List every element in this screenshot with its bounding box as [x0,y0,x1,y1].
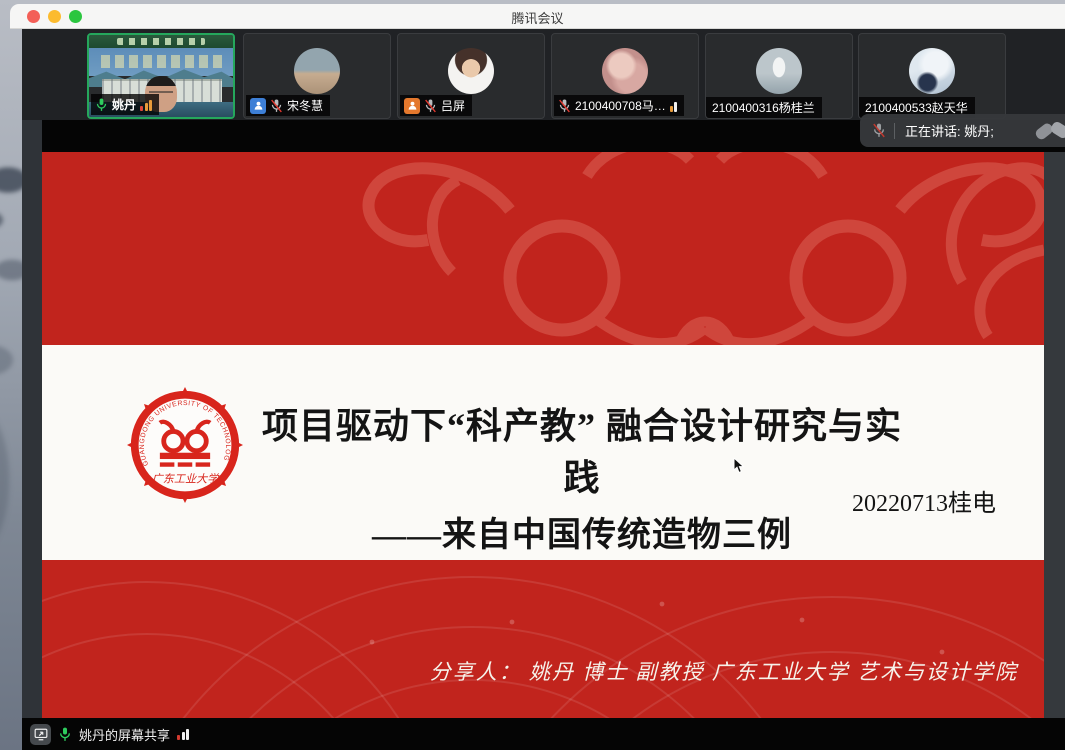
participant-name-chip: 姚丹 [91,94,159,115]
participant-tile-songdonghui[interactable]: 宋冬慧 [243,33,391,119]
share-status-label: 姚丹的屏幕共享 [79,725,170,744]
slide-date-note: 20220713桂电 [852,483,996,518]
shared-screen-stage: GUANGDONG UNIVERSITY OF TECHNOLOGY [22,120,1065,750]
participant-tile-ma[interactable]: 2100400708马… [551,33,699,119]
reaction-shape-icon [1031,116,1065,146]
participant-tile-zhaotianhua[interactable]: 2100400533赵天华 [858,33,1006,119]
university-logo: GUANGDONG UNIVERSITY OF TECHNOLOGY [127,385,243,505]
mic-on-icon [95,98,108,112]
title-band: GUANGDONG UNIVERSITY OF TECHNOLOGY [42,345,1044,560]
person-badge-icon [250,98,266,114]
stage-gutter-left [22,120,42,718]
participant-name-chip: 宋冬慧 [246,95,330,116]
participant-name: 宋冬慧 [287,97,323,114]
participant-name: 姚丹 [112,96,136,113]
video-logo-strip [117,38,205,45]
mic-muted-icon [872,123,886,138]
presenter-line: 分享人： 姚丹 博士 副教授 广东工业大学 艺术与设计学院 [430,656,1018,686]
signal-bars-icon [177,728,189,740]
avatar [602,48,648,94]
mic-muted-icon [270,99,283,113]
screen-share-icon [30,724,51,745]
participant-name-chip: 2100400708马… [554,95,684,116]
shared-slide: GUANGDONG UNIVERSITY OF TECHNOLOGY [42,152,1044,718]
signal-bars-icon [140,99,152,111]
slide-title: 项目驱动下“科产教” 融合设计研究与实践 ——来自中国传统造物三例 [252,397,912,556]
slide-title-line2: ——来自中国传统造物三例 [252,507,912,556]
participant-tile-yangguilan[interactable]: 2100400316杨桂兰 [705,33,853,119]
avatar [909,48,955,94]
mic-on-icon [58,727,72,742]
window-title: 腾讯会议 [10,8,1065,27]
participant-name-chip: 2100400316杨桂兰 [706,97,822,118]
participant-name-chip: 吕屏 [400,95,472,116]
logo-cn-text: 广东工业大学 [152,473,221,486]
cursor-icon [733,458,747,474]
desktop: 腾讯会议 姚丹 [0,0,1065,750]
mic-muted-icon [424,99,437,113]
avatar [448,48,494,94]
mic-muted-icon [558,99,571,113]
video-overlay-text [101,55,223,68]
participant-tile-yaodan[interactable]: 姚丹 [87,33,235,119]
stage-gutter-right [1044,152,1065,718]
share-status-bar: 姚丹的屏幕共享 [22,718,1065,750]
video-banner [89,35,233,48]
divider [894,123,895,139]
participant-name: 2100400316杨桂兰 [712,99,815,116]
participant-tile-lvping[interactable]: 吕屏 [397,33,545,119]
avatar [756,48,802,94]
participant-name: 2100400708马… [575,97,666,114]
participant-strip: 姚丹 宋冬慧 [22,28,1065,120]
avatar [294,48,340,94]
person-badge-icon [404,98,420,114]
participant-name: 吕屏 [441,97,465,114]
speaking-banner: 正在讲话: 姚丹; [860,114,1065,147]
speaking-banner-label: 正在讲话: 姚丹; [905,121,994,140]
slide-title-line1: 项目驱动下“科产教” 融合设计研究与实践 [252,397,912,501]
window-titlebar[interactable]: 腾讯会议 [10,4,1065,29]
signal-bars-icon [670,100,678,112]
